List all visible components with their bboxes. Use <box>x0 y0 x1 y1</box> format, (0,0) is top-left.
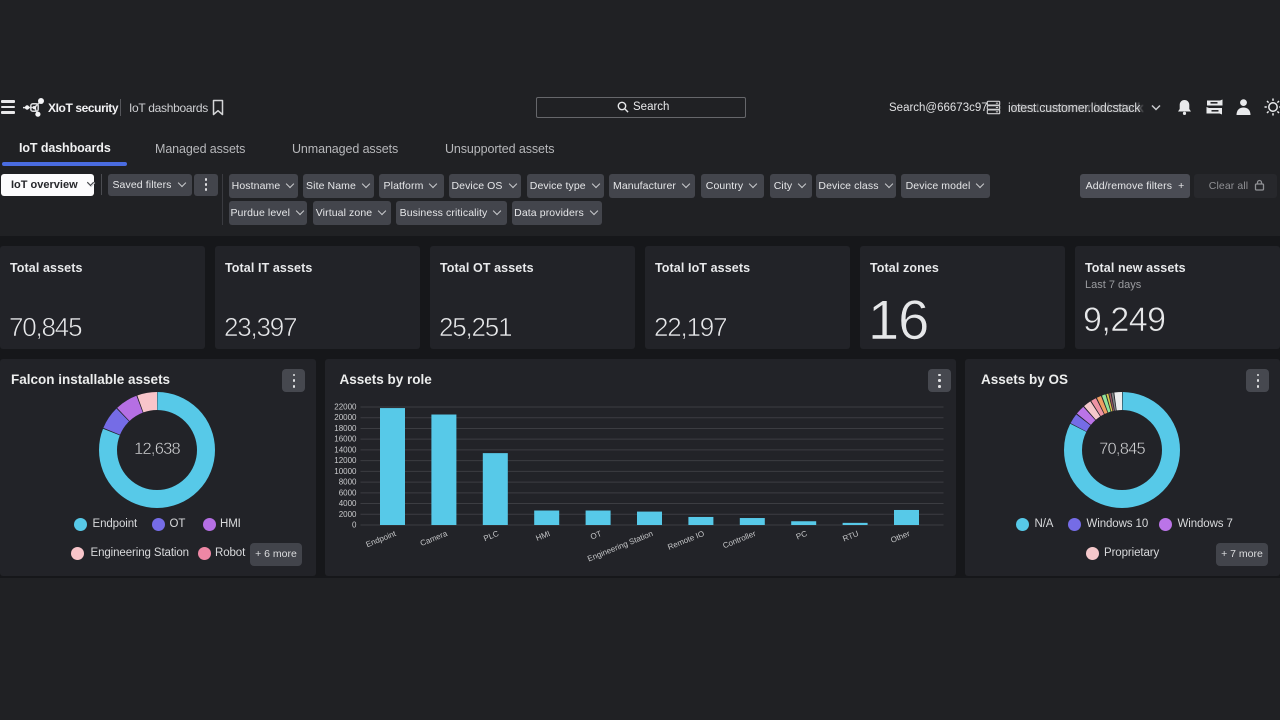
svg-text:14000: 14000 <box>334 445 357 454</box>
svg-text:18000: 18000 <box>334 424 357 433</box>
svg-text:HMI: HMI <box>534 529 551 543</box>
svg-text:12000: 12000 <box>334 456 357 465</box>
svg-text:8000: 8000 <box>338 478 356 487</box>
svg-text:Endpoint: Endpoint <box>364 529 397 549</box>
svg-text:0: 0 <box>352 521 357 530</box>
svg-text:Remote IO: Remote IO <box>666 529 705 552</box>
svg-text:PC: PC <box>794 529 808 542</box>
svg-text:PLC: PLC <box>482 529 500 543</box>
svg-text:4000: 4000 <box>338 499 356 508</box>
svg-text:RTU: RTU <box>841 529 860 544</box>
svg-text:OT: OT <box>589 529 603 542</box>
svg-text:Camera: Camera <box>418 529 448 548</box>
svg-text:2000: 2000 <box>338 510 356 519</box>
svg-text:6000: 6000 <box>338 488 356 497</box>
svg-text:Other: Other <box>889 529 911 545</box>
svg-text:20000: 20000 <box>334 413 357 422</box>
svg-text:10000: 10000 <box>334 467 357 476</box>
svg-text:Controller: Controller <box>721 529 757 550</box>
svg-text:16000: 16000 <box>334 435 357 444</box>
svg-text:22000: 22000 <box>334 403 357 412</box>
